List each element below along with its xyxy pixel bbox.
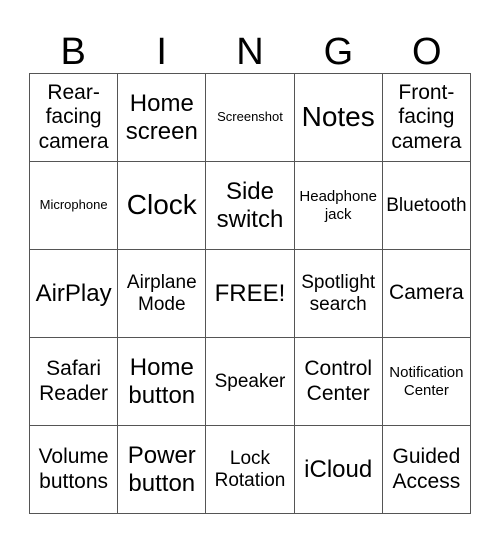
cell-label: Power button	[127, 441, 196, 497]
bingo-cell[interactable]: Notes	[294, 74, 383, 162]
bingo-cell[interactable]: Lock Rotation	[206, 426, 295, 514]
cell-label: Spotlight search	[301, 271, 376, 315]
cell-label: Notes	[301, 101, 375, 133]
cell-label: Speaker	[214, 370, 286, 392]
cell-label: AirPlay	[35, 279, 112, 307]
bingo-cell[interactable]: Control Center	[294, 338, 383, 426]
cell-label: FREE!	[214, 279, 286, 307]
cell-label: Microphone	[39, 197, 108, 213]
cell-label: Side switch	[216, 177, 284, 233]
cell-label: Volume buttons	[38, 445, 109, 493]
bingo-cell[interactable]: Safari Reader	[30, 338, 119, 426]
header-letter-g: G	[323, 30, 354, 73]
bingo-cell[interactable]: Guided Access	[382, 426, 471, 514]
cell-label: Airplane Mode	[126, 271, 197, 315]
bingo-cell[interactable]: Home screen	[118, 74, 207, 162]
cell-label: Notification Center	[389, 364, 464, 399]
bingo-cell[interactable]: Camera	[382, 250, 471, 338]
header-letter-n: N	[236, 30, 264, 73]
header-letter-b: B	[60, 30, 86, 73]
cell-label: Bluetooth	[386, 194, 467, 216]
bingo-cell[interactable]: Home button	[118, 338, 207, 426]
cell-label: Guided Access	[392, 445, 461, 493]
cell-label: Safari Reader	[39, 357, 109, 405]
cell-label: Clock	[126, 189, 197, 221]
bingo-cell[interactable]: iCloud	[294, 426, 383, 514]
header-letter-i: I	[156, 30, 167, 73]
bingo-cell[interactable]: AirPlay	[30, 250, 119, 338]
cell-label: Screenshot	[217, 109, 283, 125]
cell-label: Lock Rotation	[214, 447, 286, 491]
cell-label: Home screen	[125, 89, 198, 145]
bingo-cell[interactable]: Microphone	[30, 162, 119, 250]
cell-label: Rear-facing camera	[38, 81, 109, 153]
bingo-cell[interactable]: Side switch	[206, 162, 295, 250]
bingo-cell[interactable]: Spotlight search	[294, 250, 383, 338]
bingo-cell[interactable]: Clock	[118, 162, 207, 250]
bingo-cell[interactable]: Rear-facing camera	[30, 74, 119, 162]
bingo-cell[interactable]: Airplane Mode	[118, 250, 207, 338]
bingo-cell[interactable]: Bluetooth	[382, 162, 471, 250]
free-space-cell[interactable]: FREE!	[206, 250, 295, 338]
bingo-header: B I N G O	[29, 30, 471, 73]
cell-label: Camera	[389, 281, 464, 305]
bingo-cell[interactable]: Volume buttons	[30, 426, 119, 514]
bingo-grid: Rear-facing camera Home screen Screenshot Not…	[29, 73, 471, 514]
cell-label: Control Center	[304, 357, 373, 405]
cell-label: iCloud	[304, 455, 373, 483]
bingo-cell[interactable]: Front-facing camera	[382, 74, 471, 162]
bingo-cell[interactable]: Screenshot	[206, 74, 295, 162]
cell-label: Home button	[128, 353, 196, 409]
bingo-cell[interactable]: Notification Center	[382, 338, 471, 426]
header-letter-o: O	[412, 30, 442, 73]
bingo-cell[interactable]: Power button	[118, 426, 207, 514]
cell-label: Front-facing camera	[391, 81, 462, 153]
bingo-cell[interactable]: Headphone jack	[294, 162, 383, 250]
bingo-cell[interactable]: Speaker	[206, 338, 295, 426]
cell-label: Headphone jack	[299, 188, 377, 223]
